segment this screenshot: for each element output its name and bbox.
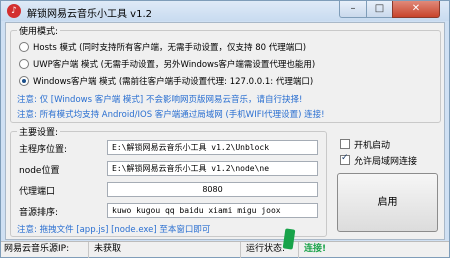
client-area: 使用模式: Hosts 模式 (同时支持所有客户端，无需手动设置，仅支持 80 … <box>5 22 445 240</box>
main-program-path-input[interactable]: E:\解锁网易云音乐小工具 v1.2\Unblock <box>107 140 318 155</box>
allow-lan-option[interactable]: 允许局域网连接 <box>340 153 417 167</box>
source-order-label: 音源排序: <box>19 208 59 218</box>
main-settings-title: 主要设置: <box>17 125 61 138</box>
mode-hosts-label: Hosts 模式 (同时支持所有客户端，无需手动设置，仅支持 80 代理端口) <box>33 43 307 53</box>
main-program-label: 主程序位置: <box>19 145 68 155</box>
run-state-value: 连接! <box>304 244 327 254</box>
mode-windows-radio[interactable] <box>19 76 29 86</box>
source-ip-value: 未获取 <box>91 242 241 258</box>
source-ip-label: 网易云音乐源IP: <box>1 242 89 258</box>
netease-music-icon: ♪ <box>7 4 21 18</box>
mode-hosts-radio[interactable] <box>19 42 29 52</box>
mode-windows-label: Windows客户端 模式 (需前往客户端手动设置代理: 127.0.0.1: … <box>33 77 314 87</box>
proxy-port-label: 代理端口 <box>19 187 56 197</box>
source-order-input[interactable]: kuwo kugou qq baidu xiami migu joox <box>107 203 318 218</box>
mode-group: 使用模式: Hosts 模式 (同时支持所有客户端，无需手动设置，仅支持 80 … <box>10 24 441 123</box>
node-path-input[interactable]: E:\解锁网易云音乐小工具 v1.2\node\ne <box>107 161 318 176</box>
allow-lan-label: 允许局域网连接 <box>354 156 418 167</box>
window-title: 解锁网易云音乐小工具 v1.2 <box>27 9 152 20</box>
mode-uwp-radio[interactable] <box>19 59 29 69</box>
app-window: ♪ 解锁网易云音乐小工具 v1.2 – □ ✕ 使用模式: Hosts 模式 (… <box>0 0 450 258</box>
autostart-label: 开机启动 <box>354 140 391 151</box>
mode-option-hosts[interactable]: Hosts 模式 (同时支持所有客户端，无需手动设置，仅支持 80 代理端口) <box>19 40 306 54</box>
drag-files-notice: 注意: 拖拽文件 [app.js] [node.exe] 至本窗口即可 <box>17 225 211 235</box>
mode-option-uwp[interactable]: UWP客户端 模式 (无需手动设置，另外Windows客户端需设置代理也能用) <box>19 57 315 71</box>
autostart-option[interactable]: 开机启动 <box>340 137 390 151</box>
mode-notice-mobile: 注意: 所有模式均支持 Android/IOS 客户端通过局域网 (手机WIFI… <box>17 110 325 120</box>
minimize-button[interactable]: – <box>339 1 367 18</box>
enable-button[interactable]: 启用 <box>337 173 438 232</box>
close-button[interactable]: ✕ <box>392 1 440 18</box>
mode-notice-windows: 注意: 仅 [Windows 客户端 模式] 不会影响网页版网易云音乐，请自行抉… <box>17 95 303 105</box>
mode-option-windows[interactable]: Windows客户端 模式 (需前往客户端手动设置代理: 127.0.0.1: … <box>19 74 313 88</box>
main-settings-group: 主要设置: 主程序位置: E:\解锁网易云音乐小工具 v1.2\Unblock … <box>10 125 327 237</box>
mode-group-title: 使用模式: <box>17 24 61 37</box>
mode-uwp-label: UWP客户端 模式 (无需手动设置，另外Windows客户端需设置代理也能用) <box>33 60 316 70</box>
status-bar: 网易云音乐源IP: 未获取 运行状态: 连接! <box>1 241 449 258</box>
autostart-checkbox[interactable] <box>340 139 350 149</box>
allow-lan-checkbox[interactable] <box>340 153 350 165</box>
node-path-label: node位置 <box>19 166 60 176</box>
maximize-button[interactable]: □ <box>366 1 393 18</box>
proxy-port-input[interactable]: 8080 <box>107 182 318 197</box>
